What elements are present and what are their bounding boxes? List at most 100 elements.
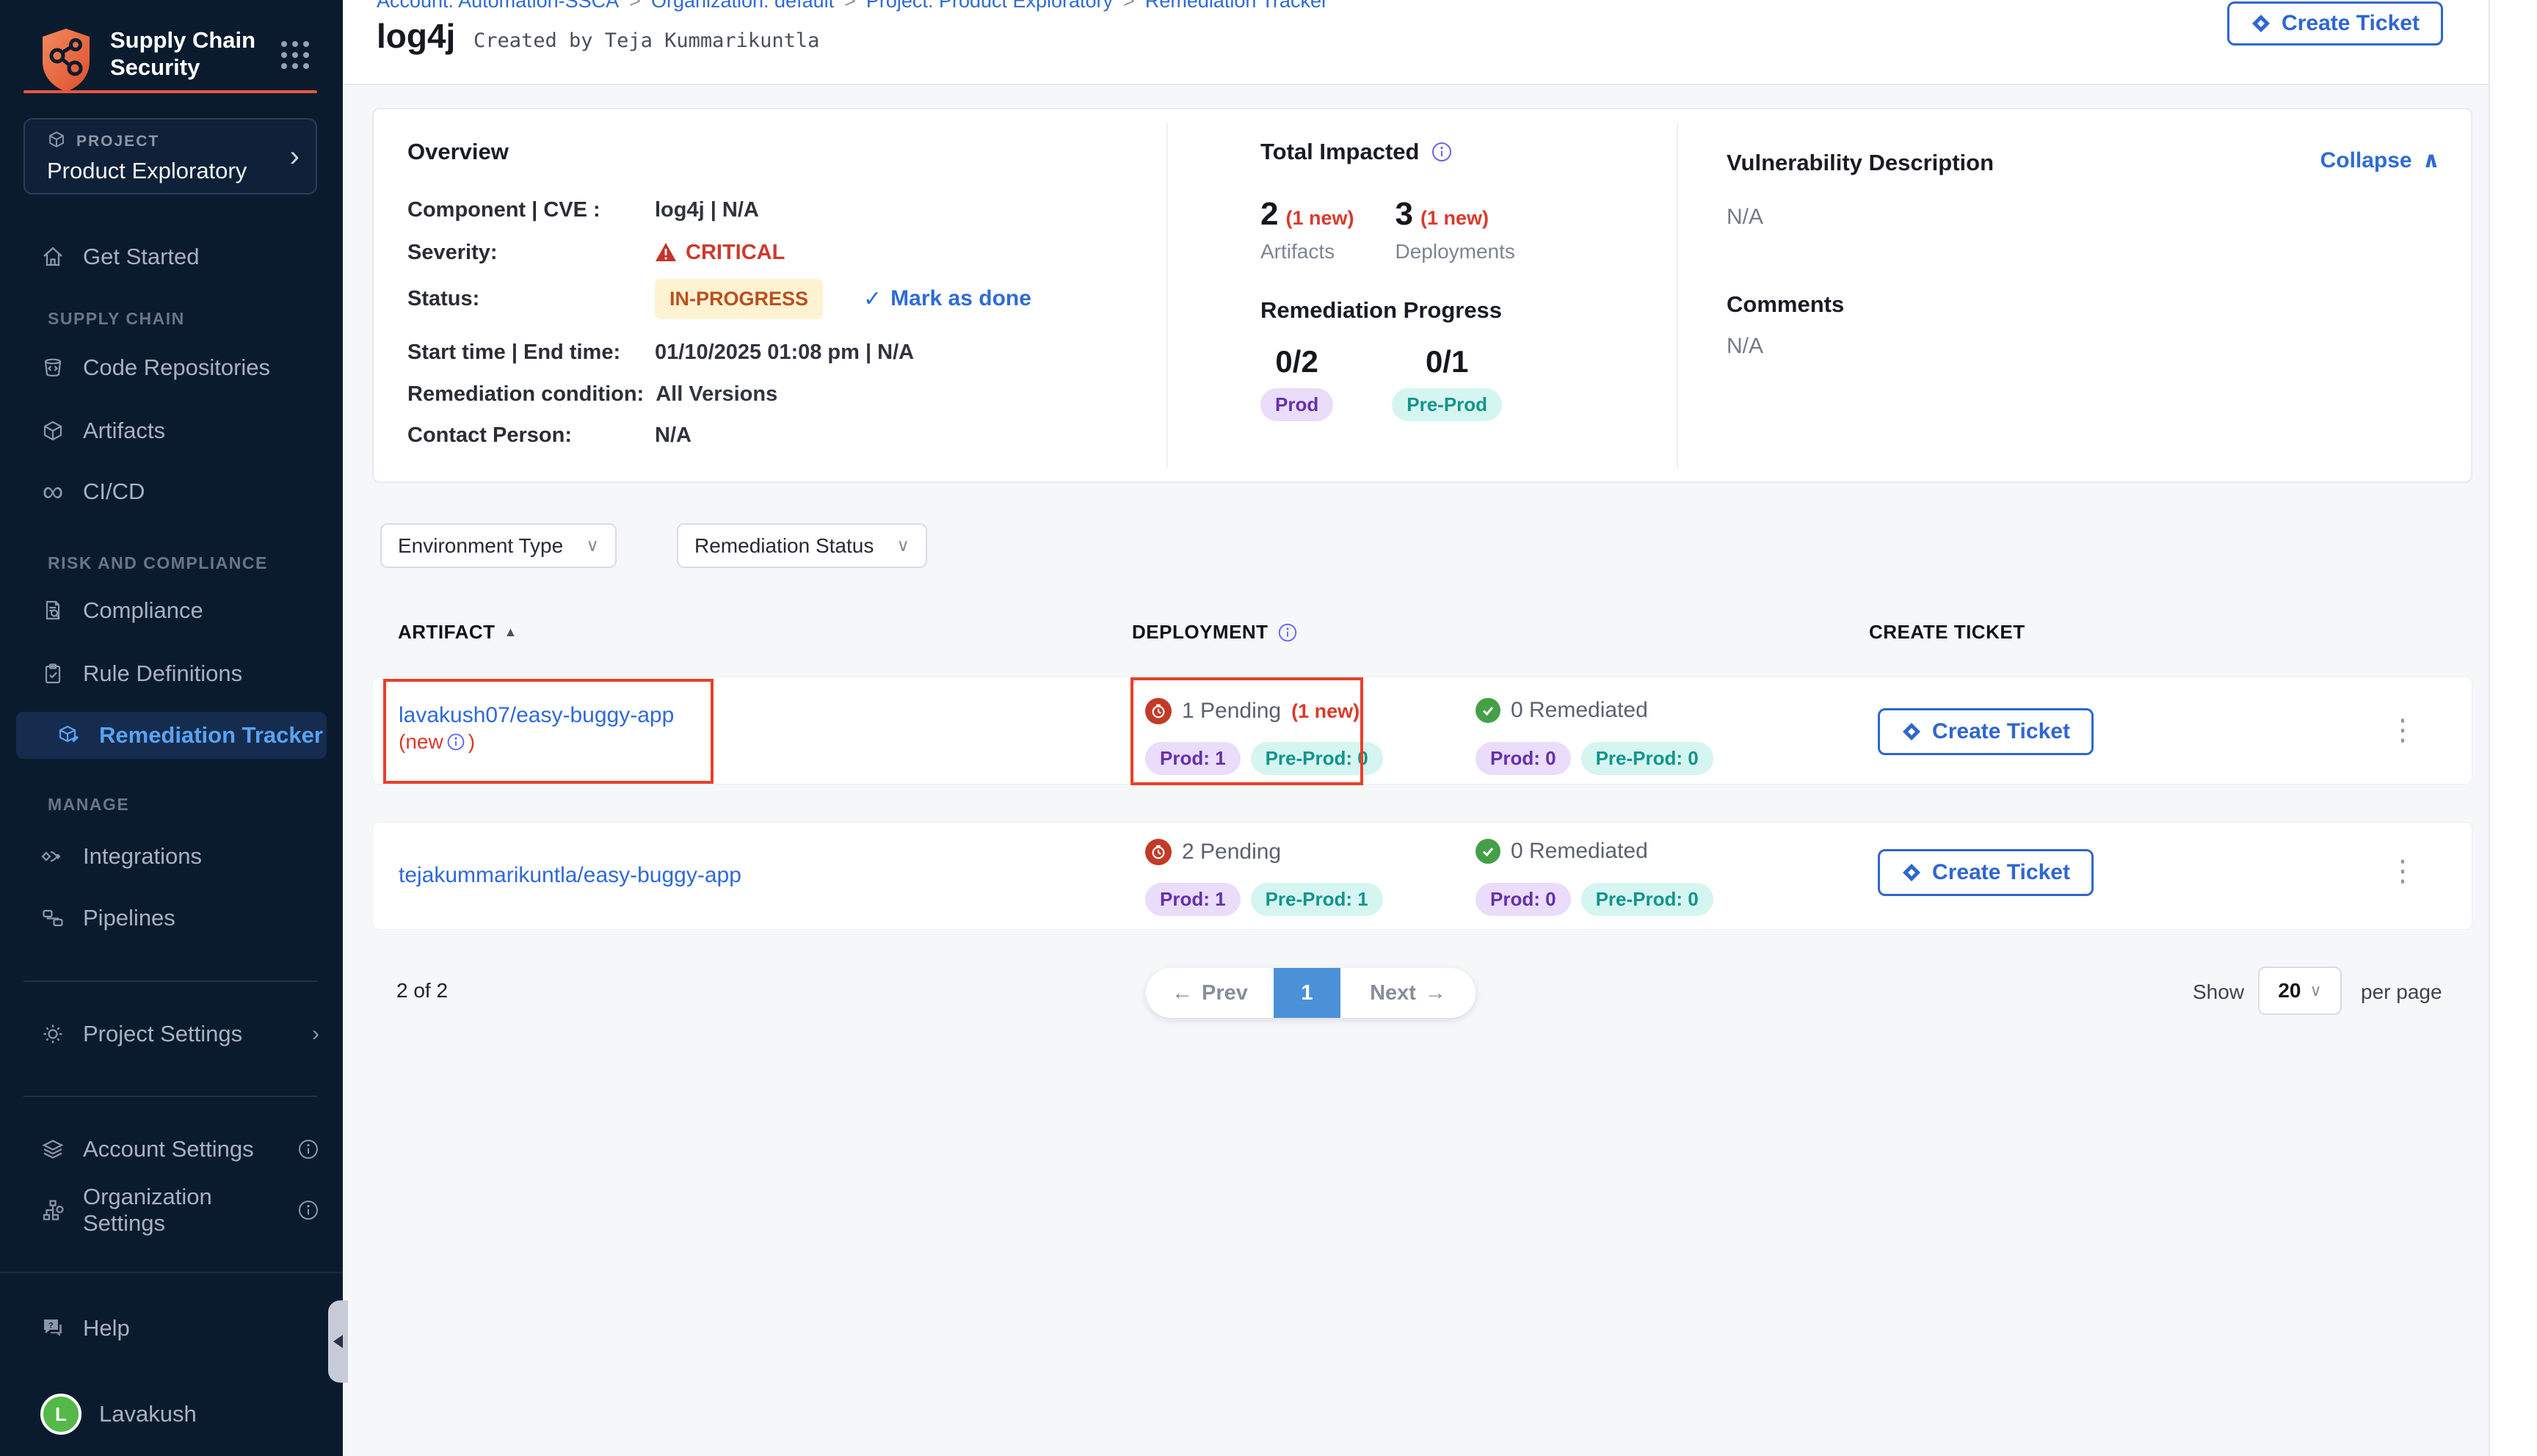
comments-value: N/A	[1727, 334, 1763, 359]
overview-card: Overview Component | CVE : log4j | N/A S…	[372, 108, 2472, 483]
artifact-link[interactable]: lavakush07/easy-buggy-app	[399, 701, 674, 730]
artifacts-new-count: (1 new)	[1285, 207, 1354, 229]
info-icon[interactable]	[446, 732, 465, 751]
supply-chain-security-logo-icon	[38, 26, 94, 94]
remediation-progress-title: Remediation Progress	[1260, 297, 1502, 324]
created-by-text: Created by Teja Kummarikuntla	[473, 29, 819, 52]
sidebar-item-label: Artifacts	[83, 418, 165, 444]
collapse-button[interactable]: Collapse ∧	[2320, 148, 2440, 173]
sidebar-item-account-settings[interactable]: Account Settings	[0, 1126, 343, 1173]
sidebar-item-label: Rule Definitions	[83, 660, 242, 687]
pending-status: 2 Pending	[1145, 839, 1281, 865]
page: Supply Chain Security PROJECT Product Ex…	[0, 0, 2537, 1456]
section-label-risk-compliance: RISK AND COMPLIANCE	[48, 553, 268, 573]
preprod-count-badge: Pre-Prod: 0	[1251, 742, 1383, 775]
info-icon[interactable]	[297, 1138, 319, 1160]
pagination: ← Prev 1 Next →	[1146, 968, 1476, 1018]
next-page-button[interactable]: Next →	[1340, 968, 1476, 1018]
chevron-right-icon: ›	[290, 140, 300, 173]
column-header-artifact[interactable]: ARTIFACT ▲	[398, 621, 518, 644]
sidebar-item-artifacts[interactable]: Artifacts	[0, 407, 343, 454]
compliance-document-icon	[40, 598, 65, 623]
row-menu-kebab-icon[interactable]: ⋮	[2388, 714, 2417, 746]
code-repository-icon	[40, 355, 65, 380]
overview-field-component: Component | CVE : log4j | N/A	[407, 195, 759, 225]
project-selector-label: PROJECT	[76, 133, 159, 150]
mark-as-done-button[interactable]: ✓ Mark as done	[863, 286, 1031, 312]
overview-field-status: Status: IN-PROGRESS ✓ Mark as done	[407, 278, 1031, 319]
project-selector[interactable]: PROJECT Product Exploratory ›	[23, 118, 317, 194]
progress-preprod: 0/1 Pre-Prod	[1392, 344, 1502, 421]
create-ticket-button-row[interactable]: Create Ticket	[1878, 708, 2094, 755]
prod-badge: Prod	[1260, 388, 1333, 421]
remediated-status: 0 Remediated	[1476, 839, 1648, 864]
sidebar-item-compliance[interactable]: Compliance	[0, 587, 343, 634]
per-page-label: per page	[2361, 980, 2442, 1004]
breadcrumb-page-link[interactable]: Remediation Tracker	[1145, 0, 1328, 12]
module-switcher-icon[interactable]	[281, 41, 309, 69]
result-count: 2 of 2	[396, 979, 448, 1002]
overview-field-condition: Remediation condition: All Versions	[407, 379, 777, 409]
info-icon[interactable]	[297, 1199, 319, 1221]
section-label-manage: MANAGE	[48, 795, 129, 815]
impacted-deployments: 3(1 new) Deployments	[1395, 196, 1515, 263]
breadcrumb-project-link[interactable]: Project: Product Exploratory	[866, 0, 1113, 12]
breadcrumb-account-link[interactable]: Account: Automation-SSCA	[377, 0, 619, 12]
artifact-link[interactable]: tejakummarikuntla/easy-buggy-app	[399, 861, 741, 890]
sidebar-item-pipelines[interactable]: Pipelines	[0, 895, 343, 942]
page-size-select[interactable]: 20 ∨	[2258, 967, 2342, 1015]
sidebar-item-get-started[interactable]: Get Started	[0, 233, 343, 280]
sidebar-item-label: Remediation Tracker	[99, 722, 323, 749]
sidebar: Supply Chain Security PROJECT Product Ex…	[0, 0, 343, 1456]
sidebar-item-organization-settings[interactable]: Organization Settings	[0, 1187, 343, 1234]
preprod-badge: Pre-Prod	[1392, 388, 1502, 421]
arrow-right-icon: →	[1425, 981, 1446, 1005]
sidebar-item-project-settings[interactable]: Project Settings ›	[0, 1011, 343, 1058]
progress-prod: 0/2 Prod	[1260, 344, 1333, 421]
page-number-button[interactable]: 1	[1274, 968, 1340, 1018]
org-hierarchy-icon	[40, 1198, 65, 1223]
sidebar-divider	[23, 980, 317, 982]
deployments-count: 3	[1395, 196, 1413, 232]
prod-count-badge: Prod: 0	[1476, 742, 1571, 775]
project-cube-icon	[47, 130, 66, 149]
sidebar-collapse-handle[interactable]	[328, 1300, 348, 1383]
user-menu[interactable]: L Lavakush	[0, 1388, 343, 1441]
chevron-up-icon: ∧	[2422, 148, 2440, 173]
user-name: Lavakush	[99, 1401, 197, 1427]
create-ticket-button-row[interactable]: Create Ticket	[1878, 849, 2094, 896]
sidebar-item-code-repositories[interactable]: Code Repositories	[0, 344, 343, 391]
sidebar-item-integrations[interactable]: Integrations	[0, 833, 343, 880]
overview-field-severity: Severity: CRITICAL	[407, 238, 785, 267]
environment-type-filter[interactable]: Environment Type ∨	[380, 523, 617, 568]
pipelines-icon	[40, 906, 65, 931]
row-menu-kebab-icon[interactable]: ⋮	[2388, 855, 2417, 887]
info-icon[interactable]	[1431, 141, 1453, 163]
page-header: Account: Automation-SSCA>Organization: d…	[343, 0, 2489, 85]
impacted-artifacts: 2(1 new) Artifacts	[1260, 196, 1354, 263]
sidebar-item-help[interactable]: ? Help	[0, 1305, 343, 1352]
remediation-status-filter[interactable]: Remediation Status ∨	[677, 523, 927, 568]
create-ticket-button-header[interactable]: Create Ticket	[2227, 1, 2443, 46]
card-divider	[1677, 123, 1678, 468]
remediation-tracker-icon	[57, 723, 81, 748]
avatar: L	[40, 1394, 81, 1435]
overview-field-time: Start time | End time: 01/10/2025 01:08 …	[407, 338, 914, 367]
info-icon[interactable]	[1277, 622, 1298, 643]
breadcrumb-org-link[interactable]: Organization: default	[651, 0, 834, 12]
collapse-left-arrow-icon	[333, 1335, 343, 1348]
sidebar-item-label: Integrations	[83, 843, 202, 870]
sidebar-item-label: Code Repositories	[83, 354, 270, 381]
sidebar-item-label: Help	[83, 1315, 130, 1342]
prod-count-badge: Prod: 1	[1145, 883, 1241, 916]
chevron-down-icon: ∨	[2310, 981, 2322, 1000]
prev-page-button[interactable]: ← Prev	[1146, 968, 1274, 1018]
sidebar-item-rule-definitions[interactable]: Rule Definitions	[0, 650, 343, 697]
deployments-new-count: (1 new)	[1420, 207, 1489, 229]
table-row: lavakush07/easy-buggy-app (new ) 1 Pendi…	[372, 677, 2472, 785]
sidebar-item-remediation-tracker[interactable]: Remediation Tracker	[16, 712, 327, 759]
sidebar-item-cicd[interactable]: ∞ CI/CD	[0, 468, 343, 515]
sidebar-item-label: Project Settings	[83, 1021, 242, 1047]
infinity-icon: ∞	[40, 479, 65, 504]
prod-count-badge: Prod: 0	[1476, 883, 1571, 916]
